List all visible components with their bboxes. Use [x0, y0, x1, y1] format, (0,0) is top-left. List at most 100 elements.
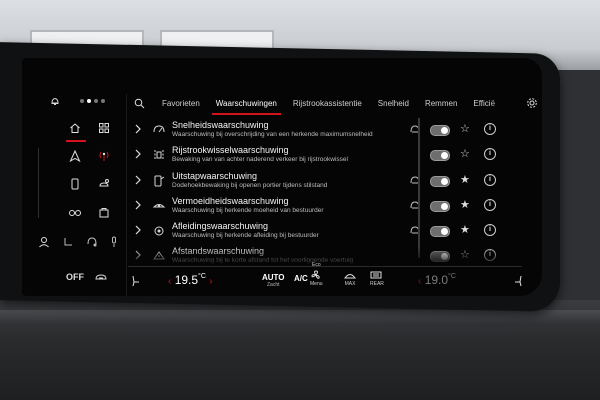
- seat-right-icon[interactable]: [514, 275, 524, 287]
- home-icon[interactable]: [60, 120, 89, 136]
- rear-label: REAR: [370, 281, 384, 287]
- page-dot: [87, 99, 91, 103]
- bell-icon[interactable]: [50, 96, 60, 106]
- item-description: Waarschuwing bij herkende afleiding bij …: [172, 232, 319, 240]
- chevron-right-icon[interactable]: [134, 225, 142, 235]
- apps-grid-icon[interactable]: [89, 120, 118, 136]
- rear-defrost-button[interactable]: REAR: [370, 270, 384, 287]
- list-item[interactable]: Rijstrookwisselwaarschuwing Bewaking van …: [128, 143, 532, 168]
- item-title: Snelheidswaarschuwing: [172, 120, 269, 130]
- navigation-icon[interactable]: [60, 148, 89, 164]
- tab-0[interactable]: Favorieten: [154, 94, 208, 116]
- tab-1[interactable]: Waarschuwingen: [208, 94, 285, 116]
- list-item[interactable]: Uitstapwaarschuwing Dodehoekbewaking bij …: [128, 169, 532, 194]
- list-item[interactable]: Snelheidswaarschuwing Waarschuwing bij ov…: [128, 118, 532, 143]
- climate-off-button[interactable]: OFF: [66, 272, 84, 282]
- star-outline-icon[interactable]: ☆: [460, 122, 470, 135]
- temperature-left[interactable]: ‹ 19.5°C ›: [168, 273, 213, 287]
- page-dot: [80, 99, 84, 103]
- rear-defrost-icon: [370, 271, 382, 279]
- radio-icon[interactable]: [89, 148, 118, 164]
- list-item[interactable]: Vermoeidheidswaarschuwing Waarschuwing bi…: [128, 194, 532, 219]
- item-title: Uitstapwaarschuwing: [172, 170, 258, 181]
- tab-fade: [490, 94, 520, 116]
- item-description: Waarschuwing bij herkende moeheid van be…: [172, 206, 324, 214]
- max-defrost-button[interactable]: MAX: [344, 270, 356, 287]
- tab-2[interactable]: Rijstrookassistentie: [285, 94, 370, 116]
- toggle-switch[interactable]: [430, 200, 450, 212]
- phone-icon[interactable]: [60, 176, 89, 192]
- item-title: Afleidingswaarschuwing: [172, 221, 269, 232]
- media-icon[interactable]: [60, 204, 89, 220]
- toggle-knob: [441, 202, 448, 210]
- info-icon[interactable]: i: [484, 198, 496, 211]
- microphone-icon[interactable]: [110, 236, 118, 248]
- infotainment-screen: OFF Favorieten Waarschuwingen Rijstrookass…: [22, 58, 542, 296]
- tab-3[interactable]: Snelheid: [370, 94, 417, 116]
- star-outline-icon[interactable]: ☆: [460, 147, 470, 160]
- chevron-right-icon[interactable]: [134, 149, 142, 159]
- quick-access-grid: [60, 120, 118, 220]
- chevron-right-icon[interactable]: [134, 200, 142, 210]
- gear-icon[interactable]: [526, 97, 538, 109]
- info-icon[interactable]: i: [484, 123, 496, 135]
- rail-bottom-icons: [38, 236, 118, 248]
- car-settings-icon[interactable]: [89, 176, 118, 192]
- climate-divider: [128, 266, 522, 267]
- star-filled-icon[interactable]: ★: [460, 198, 470, 211]
- exit-warning-icon: [152, 174, 166, 188]
- temp-increase-icon[interactable]: ›: [209, 276, 212, 287]
- tab-bar: Favorieten Waarschuwingen Rijstrookassiste…: [128, 94, 542, 116]
- climate-menu-button[interactable]: Menu: [310, 270, 323, 287]
- item-description: Dodehoekbewaking bij openen portier tijd…: [172, 181, 328, 189]
- seat-icon[interactable]: [130, 275, 140, 287]
- temp-right-decrease-icon[interactable]: ‹: [418, 276, 421, 287]
- toggle-knob: [441, 127, 448, 134]
- temp-decrease-icon[interactable]: ‹: [168, 276, 171, 287]
- temperature-right[interactable]: ‹ 19.0°C: [418, 273, 456, 287]
- tabs: Favorieten Waarschuwingen Rijstrookassiste…: [154, 94, 503, 116]
- toggle-switch[interactable]: [430, 125, 450, 136]
- search-icon[interactable]: [134, 98, 145, 109]
- scrollbar[interactable]: [418, 118, 420, 258]
- toggle-knob: [441, 177, 448, 185]
- max-label: MAX: [344, 281, 356, 287]
- info-icon[interactable]: i: [484, 173, 496, 186]
- front-defrost-icon: [344, 274, 356, 279]
- star-filled-icon[interactable]: ★: [460, 223, 470, 236]
- menu-label: Menu: [310, 281, 323, 287]
- left-rail: OFF: [22, 58, 122, 296]
- shopping-bag-icon[interactable]: [89, 204, 118, 220]
- chevron-right-icon[interactable]: [134, 124, 142, 134]
- lane-change-warning-icon: [152, 148, 166, 162]
- eco-label: Eco: [312, 262, 321, 268]
- climate-bar: ‹ 19.5°C › AUTO Zacht A/C Eco Menu MAX R…: [122, 262, 542, 296]
- auto-climate-button[interactable]: AUTO Zacht: [262, 273, 285, 288]
- temp-right-value: 19.0: [424, 273, 449, 287]
- temp-left-value: 19.5: [174, 273, 199, 287]
- user-profile-icon[interactable]: [38, 236, 50, 248]
- toggle-switch[interactable]: [430, 226, 450, 238]
- headset-icon[interactable]: [86, 236, 98, 248]
- auto-sub-label: Zacht: [267, 282, 280, 288]
- ac-button[interactable]: A/C: [294, 274, 308, 283]
- star-filled-icon[interactable]: ★: [460, 173, 470, 186]
- chevron-right-icon[interactable]: [134, 175, 142, 185]
- toggle-switch[interactable]: [430, 175, 450, 187]
- temp-right-unit: °C: [448, 273, 456, 280]
- fatigue-warning-icon: [152, 199, 166, 213]
- toggle-switch[interactable]: [430, 150, 450, 162]
- dashboard-trim: [0, 310, 600, 324]
- speed-warning-icon: [152, 123, 166, 137]
- recirculation-icon[interactable]: [94, 272, 108, 282]
- fan-icon: [311, 270, 320, 279]
- auto-label: AUTO: [262, 273, 285, 282]
- toggle-knob: [441, 152, 448, 160]
- tab-4[interactable]: Remmen: [417, 94, 465, 116]
- seat-heating-icon[interactable]: [62, 236, 74, 248]
- info-icon[interactable]: i: [484, 224, 496, 237]
- list-item[interactable]: Afleidingswaarschuwing Waarschuwing bij h…: [128, 219, 532, 244]
- page-dot: [94, 99, 98, 103]
- item-title: Vermoeidheidswaarschuwing: [172, 195, 289, 206]
- info-icon[interactable]: i: [484, 148, 496, 161]
